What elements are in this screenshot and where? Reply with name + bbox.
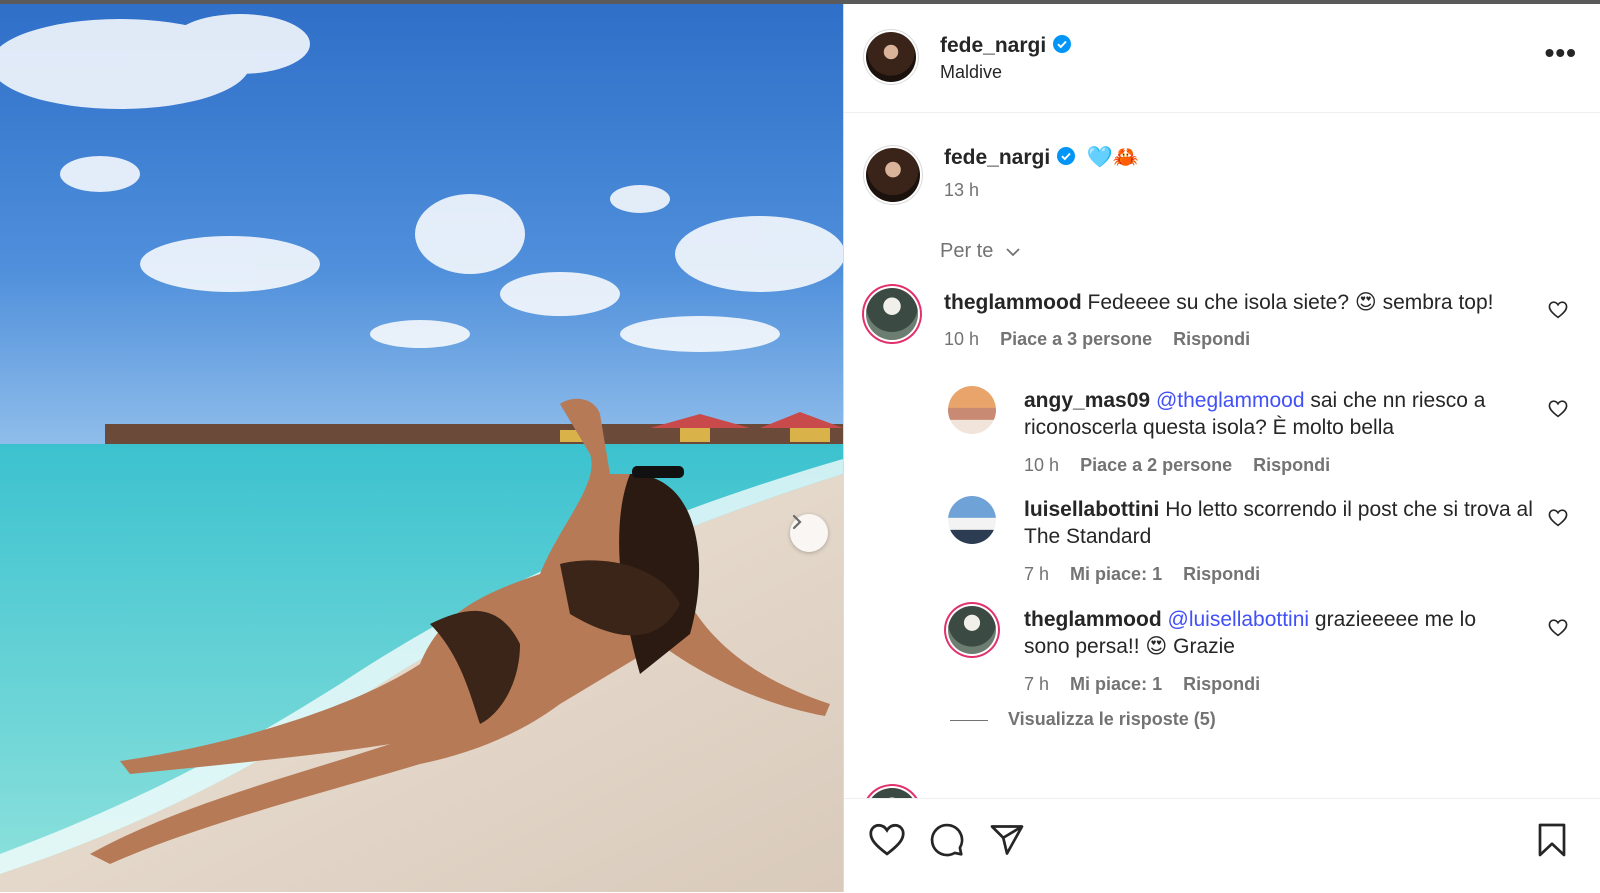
comment-meta: 10 h Piace a 3 persone Rispondi [944,329,1250,350]
comment: theglammood Fedeeee su che isola siete? … [944,289,1544,316]
caption-time: 13 h [944,180,980,200]
heart-icon[interactable] [1548,509,1568,527]
author-block: fede_nargi Maldive [940,34,1072,83]
sort-label: Per te [940,240,994,262]
comment-avatar[interactable] [866,288,918,340]
verified-badge-icon [1057,147,1076,165]
comment-mention[interactable]: @luisellabottini [1168,608,1310,631]
caption-block: fede_nargi 🩵🦀 13 h [944,146,1139,201]
comment-meta: 7 h Mi piace: 1 Rispondi [1024,674,1260,695]
comment-meta: 10 h Piace a 2 persone Rispondi [1024,455,1330,476]
comment-username[interactable]: angy_mas09 [1024,389,1150,412]
next-image-button[interactable] [790,514,828,552]
verified-badge-icon [1053,35,1072,53]
author-avatar[interactable] [866,32,916,82]
post-actions-bar [844,798,1600,893]
reply-button[interactable]: Rispondi [1183,564,1260,584]
more-options-icon[interactable]: ••• [1545,39,1577,67]
comment-username[interactable]: theglammood [1024,608,1162,631]
caption-avatar[interactable] [866,148,920,202]
comment-likes[interactable]: Mi piace: 1 [1070,674,1162,694]
comment-body: Fedeeee su che isola siete? 😍 sembra top… [1087,291,1494,314]
heart-icon[interactable] [1548,301,1568,319]
heart-icon[interactable] [1548,619,1568,637]
caption-text: 🩵🦀 [1086,146,1139,169]
comment: luisellabottini Ho letto scorrendo il po… [1024,496,1544,550]
post-sidebar: fede_nargi Maldive ••• fede_nargi 🩵🦀 13 … [843,4,1600,893]
post-location[interactable]: Maldive [940,62,1072,83]
comment-avatar[interactable] [948,606,996,654]
comment-icon[interactable] [929,822,965,858]
comment-likes[interactable]: Piace a 3 persone [1000,329,1152,349]
comment-time: 10 h [944,329,980,349]
chevron-right-icon [792,514,802,530]
heart-icon[interactable] [868,823,906,857]
comment-avatar[interactable] [948,496,996,544]
post-header: fede_nargi Maldive ••• [844,4,1600,113]
comment-sort-dropdown[interactable]: Per te [940,240,1021,263]
reply-button[interactable]: Rispondi [1183,674,1260,694]
post-image[interactable] [0,4,843,892]
comment: theglammood @luisellabottini grazieeeee … [1024,606,1524,660]
caption-username[interactable]: fede_nargi [944,146,1050,169]
comment-time: 7 h [1024,564,1050,584]
comment-username[interactable]: theglammood [944,291,1082,314]
comment-likes[interactable]: Piace a 2 persone [1080,455,1232,475]
comment-likes[interactable]: Mi piace: 1 [1070,564,1162,584]
chevron-down-icon [1006,248,1020,257]
reply-button[interactable]: Rispondi [1173,329,1250,349]
comment-time: 10 h [1024,455,1060,475]
beach-photo [0,4,843,892]
comment: angy_mas09 @theglammood sai che nn riesc… [1024,387,1524,441]
comment-meta: 7 h Mi piace: 1 Rispondi [1024,564,1260,585]
view-replies-button[interactable]: Visualizza le risposte (5) [950,709,1216,730]
heart-icon[interactable] [1548,400,1568,418]
divider-line [950,719,988,721]
view-replies-label: Visualizza le risposte (5) [1008,709,1216,729]
comment-avatar[interactable] [948,386,996,434]
share-icon[interactable] [989,822,1025,858]
reply-button[interactable]: Rispondi [1253,455,1330,475]
bookmark-icon[interactable] [1536,822,1568,858]
comment-mention[interactable]: @theglammood [1156,389,1305,412]
comment-username[interactable]: luisellabottini [1024,498,1159,521]
author-username[interactable]: fede_nargi [940,34,1046,57]
comment-time: 7 h [1024,674,1050,694]
